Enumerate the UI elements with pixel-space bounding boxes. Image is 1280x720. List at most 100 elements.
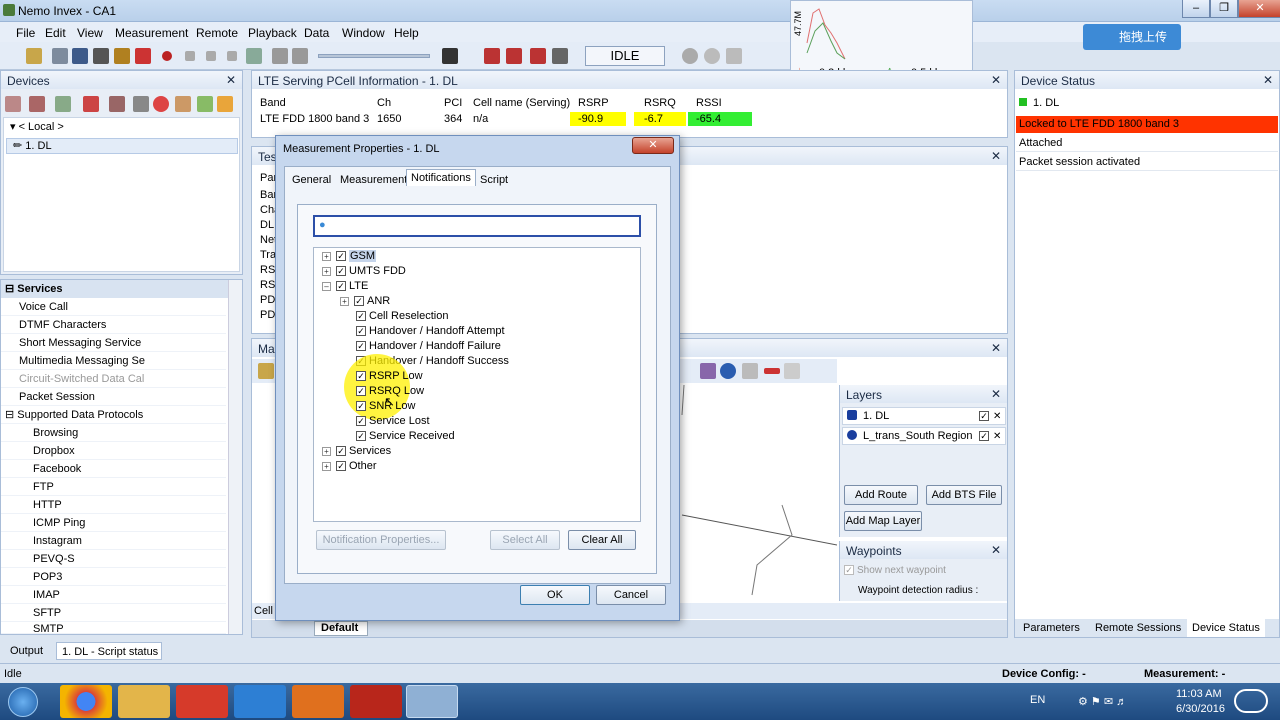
notification-properties-button[interactable]: Notification Properties... [316,530,446,550]
tree-umts[interactable]: + ✓ UMTS FDD [322,264,406,279]
tree-checkbox[interactable]: ✓ [356,326,366,337]
protocol-item[interactable]: Dropbox [1,442,226,460]
globe-icon[interactable] [704,48,720,64]
device-connect-icon[interactable] [29,96,45,112]
settings-icon[interactable] [52,48,68,64]
window4-icon[interactable] [552,48,568,64]
collapse-icon[interactable]: – [322,281,331,291]
gear-icon[interactable] [682,48,698,64]
output-tab[interactable]: Output [4,642,52,660]
tree-checkbox[interactable]: ✓ [356,341,366,352]
protocol-item[interactable]: FTP [1,478,226,496]
layer-item[interactable]: 1. DL ✓ ✕ [842,407,1006,425]
cloud-app-icon[interactable] [234,685,286,718]
service-sms[interactable]: Short Messaging Service [1,334,226,352]
service-mms[interactable]: Multimedia Messaging Se [1,352,226,370]
device-list-icon[interactable] [175,96,191,112]
dialog-close-button[interactable]: ✕ [632,137,674,154]
waypoints-close-icon[interactable]: ✕ [991,543,1001,557]
add-bts-button[interactable]: Add BTS File [926,485,1002,505]
tools-icon[interactable] [93,48,109,64]
clear-all-button[interactable]: Clear All [568,530,636,550]
tree-rsrp-low[interactable]: ✓ RSRP Low [356,369,423,384]
add-route-button[interactable]: Add Route [844,485,918,505]
test-close-icon[interactable]: ✕ [991,149,1001,163]
pin-icon[interactable] [272,48,288,64]
device-add-icon[interactable] [5,96,21,112]
service-voice-call[interactable]: Voice Call [1,298,226,316]
tree-services[interactable]: + ✓ Services [322,444,391,459]
tray-icons[interactable]: ⚙ ⚑ ✉ ♬ [1078,695,1127,708]
menu-playback[interactable]: Playback [248,26,297,40]
tab-parameters[interactable]: Parameters [1023,622,1080,634]
tray-language[interactable]: EN [1030,694,1045,706]
protocol-item[interactable]: Facebook [1,460,226,478]
protocol-item[interactable]: ICMP Ping [1,514,226,532]
tab-general[interactable]: General [288,172,335,188]
map-close-icon[interactable]: ✕ [991,341,1001,355]
window3-icon[interactable] [530,48,546,64]
window-icon[interactable] [484,48,500,64]
layer-visible-checkbox[interactable]: ✓ [979,411,989,421]
tree-checkbox[interactable]: ✓ [336,266,346,277]
cancel-button[interactable]: Cancel [596,585,666,605]
tree-gsm[interactable]: + ✓ GSM [322,249,377,264]
tray-time[interactable]: 11:03 AM [1176,688,1222,700]
map-globe-icon[interactable] [720,363,736,379]
expand-icon[interactable]: + [322,446,331,456]
tree-checkbox[interactable]: ✓ [356,311,366,322]
upload-button[interactable]: 拖拽上传 [1083,24,1181,50]
playback-slider[interactable] [318,54,430,58]
search-input[interactable]: ● [313,215,641,237]
tree-lte[interactable]: – ✓ LTE [322,279,368,294]
tree-checkbox[interactable]: ✓ [336,461,346,472]
link-icon[interactable] [292,48,308,64]
device-wrench-icon[interactable] [109,96,125,112]
tree-service-received[interactable]: ✓ Service Received [356,429,455,444]
tree-cell-reselection[interactable]: ✓ Cell Reselection [356,309,448,324]
firefox-icon[interactable] [292,685,344,718]
tree-checkbox[interactable]: ✓ [356,386,366,397]
protocols-header[interactable]: ⊟ Supported Data Protocols [1,406,226,424]
start-button-icon[interactable] [8,687,38,717]
pcell-close-icon[interactable]: ✕ [991,73,1001,87]
map-pencil-icon[interactable] [784,363,800,379]
tab-device-status[interactable]: Device Status [1187,619,1265,637]
tray-date[interactable]: 6/30/2016 [1176,703,1225,715]
service-dtmf[interactable]: DTMF Characters [1,316,226,334]
ok-button[interactable]: OK [520,585,590,605]
map-ruler-icon[interactable] [764,368,780,374]
default-tab[interactable]: Default [314,621,368,636]
tree-checkbox[interactable]: ✓ [336,281,346,292]
menu-help[interactable]: Help [394,26,419,40]
expand-icon[interactable]: + [340,296,349,306]
app-red-icon[interactable] [176,685,228,718]
service-packet[interactable]: Packet Session [1,388,226,406]
device-alert-icon[interactable] [153,96,169,112]
home-icon[interactable] [442,48,458,64]
filezilla-icon[interactable] [350,685,402,718]
service-csd[interactable]: Circuit-Switched Data Cal [1,370,226,388]
nemo-invex-icon[interactable] [406,685,458,718]
show-next-waypoint[interactable]: ✓ Show next waypoint [844,565,946,576]
tree-checkbox[interactable]: ✓ [336,446,346,457]
close-button[interactable]: ✕ [1238,0,1280,18]
device-item-dl[interactable]: ✏ 1. DL [6,138,238,154]
tree-other[interactable]: + ✓ Other [322,459,377,474]
device-remove-icon[interactable] [83,96,99,112]
protocol-item[interactable]: PEVQ-S [1,550,226,568]
record-icon[interactable] [162,51,172,61]
menu-view[interactable]: View [77,26,103,40]
layer-visible-checkbox[interactable]: ✓ [979,431,989,441]
open-icon[interactable] [26,48,42,64]
tree-anr[interactable]: + ✓ ANR [340,294,390,309]
minimize-button[interactable]: – [1182,0,1210,18]
device-status-close-icon[interactable]: ✕ [1263,73,1273,87]
layer-item[interactable]: L_trans_South Region ✓ ✕ [842,427,1006,445]
menu-file[interactable]: File [16,26,35,40]
tab-measurement[interactable]: Measurement [336,172,411,188]
tree-checkbox[interactable]: ✓ [356,416,366,427]
protocol-item[interactable]: POP3 [1,568,226,586]
star-icon[interactable] [135,48,151,64]
devices-close-icon[interactable]: ✕ [226,73,236,87]
